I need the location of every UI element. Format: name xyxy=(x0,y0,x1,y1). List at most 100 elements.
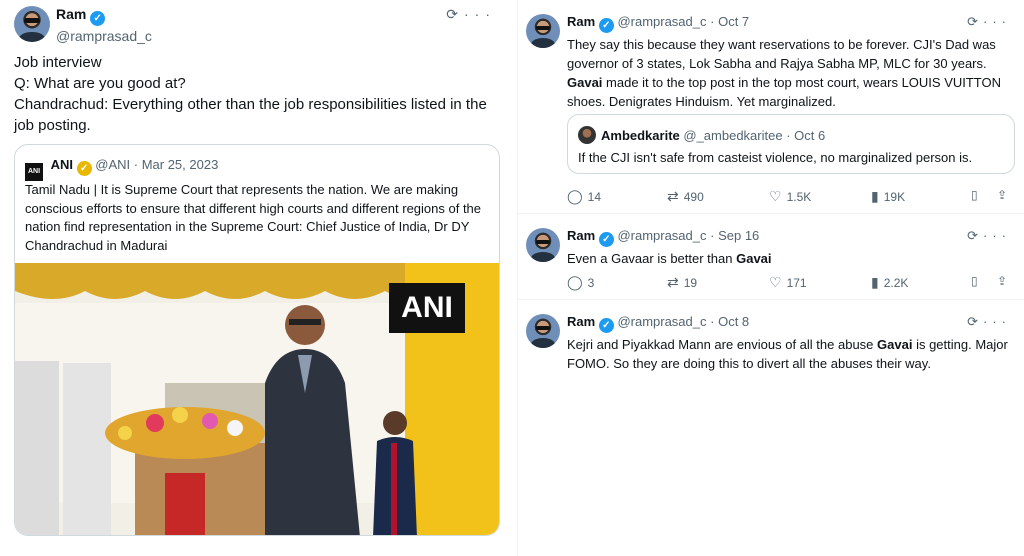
action-bar: ◯ 3 ⇄ 19 ♡ 171 ▮ 2.2K ▯ ⇪ xyxy=(567,274,1015,292)
post-text: They say this because they want reservat… xyxy=(567,35,1017,111)
verified-badge-icon: ✓ xyxy=(598,232,614,247)
quoted-text: If the CJI isn't safe from casteist viol… xyxy=(578,150,973,165)
like-icon: ♡ xyxy=(769,274,782,290)
post-date[interactable]: · Oct 7 xyxy=(710,14,749,29)
reply-icon: ◯ xyxy=(567,274,583,290)
verified-badge-icon: ✓ xyxy=(90,11,106,26)
reply-count: 14 xyxy=(587,190,602,204)
verified-badge-icon: ✓ xyxy=(598,318,614,333)
verified-gold-badge-icon: ✓ xyxy=(76,161,92,176)
author-avatar[interactable] xyxy=(526,228,560,262)
quoted-post[interactable]: Ambedkarite @_ambedkaritee · Oct 6 If th… xyxy=(567,114,1015,174)
share-icon[interactable]: ⇪ xyxy=(997,188,1007,202)
author-name[interactable]: Ram xyxy=(567,314,595,329)
grok-icon[interactable]: ⟳ xyxy=(967,14,983,29)
author-name[interactable]: Ram xyxy=(567,14,595,29)
views-button[interactable]: ▮ 2.2K xyxy=(871,274,908,291)
post-tools: ⟳··· xyxy=(967,314,1011,330)
bookmark-icon[interactable]: ▯ xyxy=(971,274,978,288)
like-count: 1.5K xyxy=(786,190,812,204)
main-post: Ram ✓ @ramprasad_c ⟳··· Job interview Q:… xyxy=(0,0,512,556)
text-part: They say this because they want reservat… xyxy=(567,37,996,71)
quoted-photo[interactable]: ANI xyxy=(15,263,499,535)
repost-count: 19 xyxy=(683,276,698,290)
like-count: 171 xyxy=(786,276,807,290)
reply-count: 3 xyxy=(587,276,595,290)
reply-post[interactable]: Ram ✓ @ramprasad_c · Oct 8 ⟳··· Kejri an… xyxy=(518,300,1024,390)
author-handle[interactable]: @ramprasad_c xyxy=(617,314,706,329)
like-button[interactable]: ♡ 171 xyxy=(769,274,807,291)
post-text: Even a Gavaar is better than Gavai xyxy=(567,249,1017,268)
quoted-header: ANI ANI ✓ @ANI · Mar 25, 2023 xyxy=(25,157,218,181)
quoted-date[interactable]: · Mar 25, 2023 xyxy=(134,157,219,172)
post-header: Ram ✓ @ramprasad_c xyxy=(56,6,152,44)
reply-icon: ◯ xyxy=(567,188,583,204)
post-header: Ram ✓ @ramprasad_c · Oct 7 xyxy=(567,14,749,33)
ani-watermark: ANI xyxy=(401,291,453,324)
reply-button[interactable]: ◯ 3 xyxy=(567,274,594,291)
text-part: made it to the top post in the top most … xyxy=(567,75,1002,109)
repost-button[interactable]: ⇄ 490 xyxy=(667,188,704,205)
post-line: Chandrachud: Everything other than the j… xyxy=(14,96,487,134)
grok-icon[interactable]: ⟳ xyxy=(446,6,464,22)
author-handle[interactable]: @ramprasad_c xyxy=(617,228,706,243)
post-text: Kejri and Piyakkad Mann are envious of a… xyxy=(567,335,1017,373)
repost-count: 490 xyxy=(683,190,704,204)
quoted-author-name[interactable]: Ambedkarite xyxy=(601,128,680,143)
text-part: Even a Gavaar is better than xyxy=(567,251,737,266)
quoted-date[interactable]: · Oct 6 xyxy=(786,128,825,143)
like-icon: ♡ xyxy=(769,188,782,204)
quoted-handle[interactable]: @ANI xyxy=(95,157,130,172)
repost-icon: ⇄ xyxy=(667,188,679,204)
post-date[interactable]: · Sep 16 xyxy=(710,228,759,243)
replies-column: Ram ✓ @ramprasad_c · Oct 7 ⟳··· They say… xyxy=(517,0,1024,556)
quoted-avatar[interactable] xyxy=(578,126,596,144)
bookmark-icon[interactable]: ▯ xyxy=(971,188,978,202)
views-icon: ▮ xyxy=(871,274,879,290)
author-avatar[interactable] xyxy=(14,6,50,42)
post-line: Q: What are you good at? xyxy=(14,75,186,92)
views-icon: ▮ xyxy=(871,188,879,204)
author-handle[interactable]: @ramprasad_c xyxy=(617,14,706,29)
action-bar: ◯ 14 ⇄ 490 ♡ 1.5K ▮ 19K ▯ ⇪ xyxy=(567,188,1015,206)
post-date[interactable]: · Oct 8 xyxy=(710,314,749,329)
more-icon[interactable]: ··· xyxy=(464,6,496,22)
text-part-bold: Gavai xyxy=(567,75,603,90)
quoted-text: Tamil Nadu | It is Supreme Court that re… xyxy=(25,182,482,253)
author-avatar[interactable] xyxy=(526,314,560,348)
post-header: Ram ✓ @ramprasad_c · Oct 8 xyxy=(567,314,749,333)
share-icon[interactable]: ⇪ xyxy=(997,274,1007,288)
repost-icon: ⇄ xyxy=(667,274,679,290)
more-icon[interactable]: ··· xyxy=(983,14,1011,29)
text-part-bold: Gavai xyxy=(877,337,913,352)
quoted-header: Ambedkarite @_ambedkaritee · Oct 6 xyxy=(601,128,825,143)
repost-button[interactable]: ⇄ 19 xyxy=(667,274,697,291)
author-name[interactable]: Ram xyxy=(56,6,86,22)
author-avatar[interactable] xyxy=(526,14,560,48)
verified-badge-icon: ✓ xyxy=(598,18,614,33)
more-icon[interactable]: ··· xyxy=(983,314,1011,329)
reply-button[interactable]: ◯ 14 xyxy=(567,188,601,205)
like-button[interactable]: ♡ 1.5K xyxy=(769,188,811,205)
post-tools: ⟳··· xyxy=(446,6,496,23)
reply-post[interactable]: Ram ✓ @ramprasad_c · Oct 7 ⟳··· They say… xyxy=(518,0,1024,214)
grok-icon[interactable]: ⟳ xyxy=(967,314,983,329)
post-header: Ram ✓ @ramprasad_c · Sep 16 xyxy=(567,228,759,247)
text-part: Kejri and Piyakkad Mann are envious of a… xyxy=(567,337,878,352)
views-button[interactable]: ▮ 19K xyxy=(871,188,905,205)
ani-logo-avatar: ANI xyxy=(25,163,43,181)
quoted-handle[interactable]: @_ambedkaritee xyxy=(683,128,782,143)
reply-post[interactable]: Ram ✓ @ramprasad_c · Sep 16 ⟳··· Even a … xyxy=(518,214,1024,300)
author-name[interactable]: Ram xyxy=(567,228,595,243)
view-count: 2.2K xyxy=(883,276,909,290)
view-count: 19K xyxy=(883,190,906,204)
post-tools: ⟳··· xyxy=(967,14,1011,30)
author-handle[interactable]: @ramprasad_c xyxy=(56,28,152,44)
grok-icon[interactable]: ⟳ xyxy=(967,228,983,243)
post-tools: ⟳··· xyxy=(967,228,1011,244)
text-part-bold: Gavai xyxy=(736,251,772,266)
post-line: Job interview xyxy=(14,54,102,71)
quoted-post[interactable]: ANI ANI ✓ @ANI · Mar 25, 2023 Tamil Nadu… xyxy=(14,144,500,536)
quoted-author-name[interactable]: ANI xyxy=(51,157,73,172)
more-icon[interactable]: ··· xyxy=(983,228,1011,243)
